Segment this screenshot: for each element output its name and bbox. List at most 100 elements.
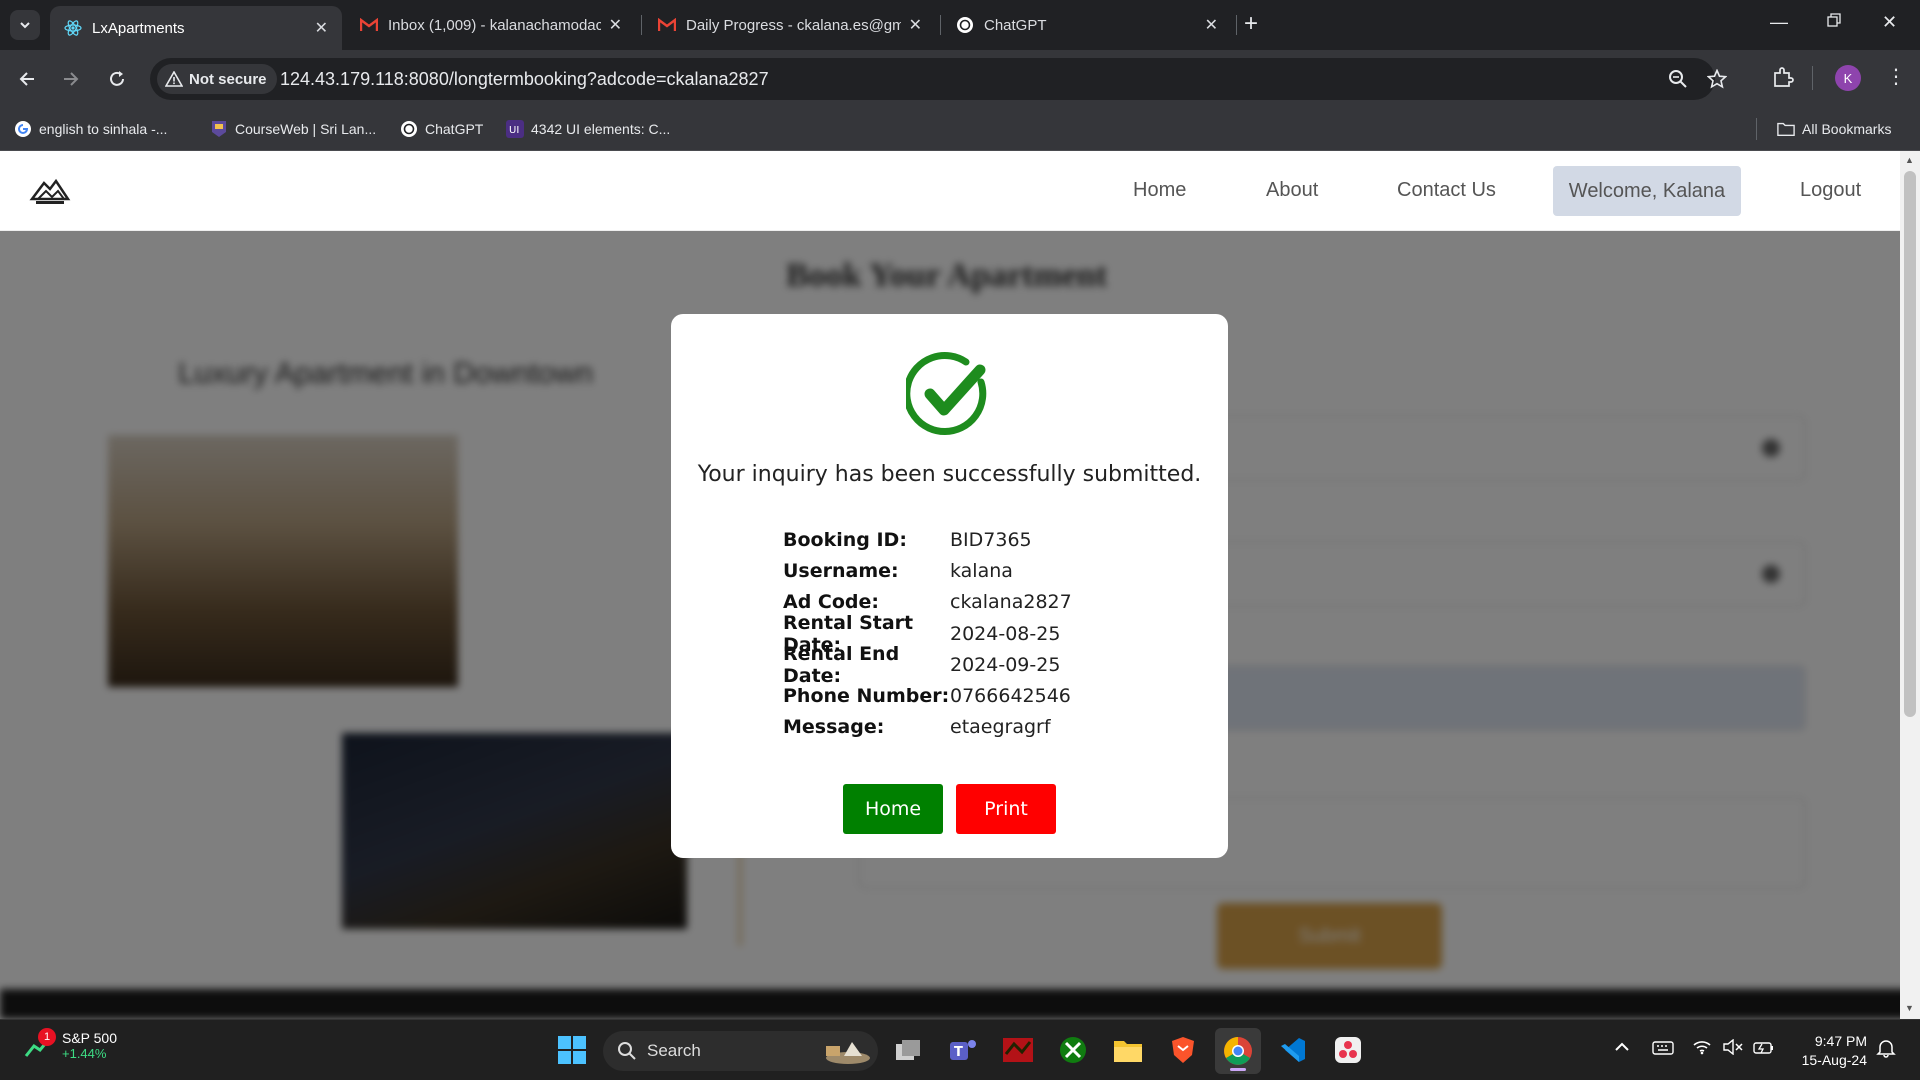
tab-separator xyxy=(940,15,941,35)
start-icon[interactable] xyxy=(556,1034,588,1066)
tab-lxapartments[interactable]: LxApartments ✕ xyxy=(50,6,342,50)
tab-search-button[interactable] xyxy=(10,10,40,40)
scrollbar-thumb[interactable] xyxy=(1904,171,1916,717)
site-logo[interactable] xyxy=(28,173,72,209)
bookmark-item[interactable]: UI 4342 UI elements: C... xyxy=(506,117,670,141)
toolbar-divider xyxy=(1812,66,1813,90)
chrome-icon[interactable] xyxy=(1215,1028,1261,1074)
all-bookmarks[interactable]: All Bookmarks xyxy=(1777,117,1891,141)
teams-icon[interactable]: T xyxy=(947,1034,979,1066)
tab-separator xyxy=(641,15,642,35)
not-secure-label: Not secure xyxy=(189,70,267,88)
taskbar-search[interactable]: Search xyxy=(603,1031,878,1071)
detail-row-end-date: Rental End Date: 2024-09-25 xyxy=(783,643,1072,687)
bookmark-item[interactable]: ChatGPT xyxy=(400,117,483,141)
folder-icon xyxy=(1777,120,1795,138)
window-close-icon[interactable]: ✕ xyxy=(1882,12,1897,33)
nav-logout-link[interactable]: Logout xyxy=(1800,179,1861,202)
welcome-user-badge[interactable]: Welcome, Kalana xyxy=(1553,166,1741,216)
bookmark-item[interactable]: english to sinhala -... xyxy=(14,117,167,141)
search-icon xyxy=(618,1042,636,1060)
url-text[interactable]: 124.43.179.118:8080/longtermbooking?adco… xyxy=(280,69,769,90)
bookmark-label: english to sinhala -... xyxy=(39,121,168,137)
forward-icon[interactable] xyxy=(56,64,86,94)
svg-text:UI: UI xyxy=(509,125,519,136)
detail-label: Booking ID: xyxy=(783,528,907,551)
keyboard-icon[interactable] xyxy=(1652,1040,1674,1060)
tab-separator xyxy=(1236,15,1237,35)
address-bar[interactable]: Not secure 124.43.179.118:8080/longtermb… xyxy=(150,58,1728,100)
back-icon[interactable] xyxy=(12,64,42,94)
browser-toolbar: Not secure 124.43.179.118:8080/longtermb… xyxy=(0,50,1920,108)
detail-label: Username: xyxy=(783,559,899,582)
booking-details: Booking ID: BID7365 Username: kalana Ad … xyxy=(783,524,1072,743)
tab-title: LxApartments xyxy=(92,19,185,37)
scroll-down-icon[interactable]: ▼ xyxy=(1905,1003,1914,1013)
page-scrollbar[interactable]: ▲ ▼ xyxy=(1900,151,1920,1019)
warning-icon xyxy=(165,71,183,87)
profile-avatar[interactable]: K xyxy=(1835,65,1861,91)
close-icon[interactable]: ✕ xyxy=(909,15,922,35)
ui-elements-icon: UI xyxy=(506,120,524,138)
bookmark-label: CourseWeb | Sri Lan... xyxy=(235,121,377,137)
home-button[interactable]: Home xyxy=(843,784,943,834)
close-icon[interactable]: ✕ xyxy=(1205,15,1218,35)
vscode-icon[interactable] xyxy=(1277,1034,1309,1066)
task-view-icon[interactable] xyxy=(892,1034,924,1066)
volume-muted-icon[interactable] xyxy=(1722,1038,1744,1059)
wifi-icon[interactable] xyxy=(1692,1039,1712,1059)
taskbar-clock[interactable]: 9:47 PM 15-Aug-24 xyxy=(1789,1032,1867,1070)
notification-icon[interactable] xyxy=(1876,1038,1896,1062)
tab-title: Daily Progress - ckalana.es@gm xyxy=(686,16,901,34)
detail-label: Rental End Date: xyxy=(783,642,900,687)
chevron-up-icon[interactable] xyxy=(1614,1040,1630,1057)
stock-widget[interactable]: 1 S&P 500 +1.44% xyxy=(24,1028,117,1061)
battery-icon[interactable] xyxy=(1753,1039,1775,1059)
print-button[interactable]: Print xyxy=(956,784,1056,834)
bookmark-item[interactable]: CourseWeb | Sri Lan... xyxy=(210,117,376,141)
react-icon xyxy=(64,19,82,37)
detail-value: ckalana2827 xyxy=(950,591,1072,614)
minimize-icon[interactable]: — xyxy=(1770,12,1788,33)
search-label: Search xyxy=(647,1041,701,1060)
active-app-indicator xyxy=(1230,1068,1246,1071)
tab-title: ChatGPT xyxy=(984,16,1047,34)
menu-icon[interactable]: ⋮ xyxy=(1886,64,1906,89)
clock-date: 15-Aug-24 xyxy=(1801,1052,1867,1068)
close-icon[interactable]: ✕ xyxy=(315,18,328,38)
detail-row-username: Username: kalana xyxy=(783,555,1072,586)
detail-row-message: Message: etaegragrf xyxy=(783,712,1072,743)
restore-icon[interactable] xyxy=(1826,12,1842,33)
detail-row-phone: Phone Number: 0766642546 xyxy=(783,680,1072,711)
star-icon[interactable] xyxy=(1706,68,1728,94)
app-icon[interactable] xyxy=(1332,1034,1364,1066)
bookmarks-divider xyxy=(1756,118,1757,140)
success-check-icon xyxy=(906,352,987,436)
scroll-up-icon[interactable]: ▲ xyxy=(1905,155,1914,165)
tab-inbox[interactable]: Inbox (1,009) - kalanachamodac ✕ xyxy=(346,8,636,42)
tab-daily-progress[interactable]: Daily Progress - ckalana.es@gm ✕ xyxy=(644,8,936,42)
reload-icon[interactable] xyxy=(102,64,132,94)
site-security-chip[interactable]: Not secure xyxy=(157,64,277,94)
detail-value: kalana xyxy=(950,559,1013,582)
tab-chatgpt[interactable]: ChatGPT ✕ xyxy=(942,8,1232,42)
detail-value: BID7365 xyxy=(950,528,1032,551)
chatgpt-icon xyxy=(956,16,974,34)
detail-value: 2024-09-25 xyxy=(950,653,1061,676)
nav-about-link[interactable]: About xyxy=(1266,179,1318,202)
nav-contact-link[interactable]: Contact Us xyxy=(1397,179,1496,202)
brave-icon[interactable] xyxy=(1167,1034,1199,1066)
zoom-icon[interactable] xyxy=(1668,69,1688,94)
xbox-icon[interactable] xyxy=(1057,1034,1089,1066)
widget-badge: 1 xyxy=(38,1028,56,1046)
close-icon[interactable]: ✕ xyxy=(609,15,622,35)
svg-text:T: T xyxy=(954,1045,963,1060)
game-app-icon[interactable] xyxy=(1002,1034,1034,1066)
file-explorer-icon[interactable] xyxy=(1112,1034,1144,1066)
detail-row-booking-id: Booking ID: BID7365 xyxy=(783,524,1072,555)
success-message: Your inquiry has been successfully submi… xyxy=(697,462,1202,487)
extensions-icon[interactable] xyxy=(1772,66,1794,93)
nav-home-link[interactable]: Home xyxy=(1133,179,1186,202)
new-tab-icon[interactable]: + xyxy=(1244,11,1258,37)
widget-change: +1.44% xyxy=(62,1046,107,1061)
